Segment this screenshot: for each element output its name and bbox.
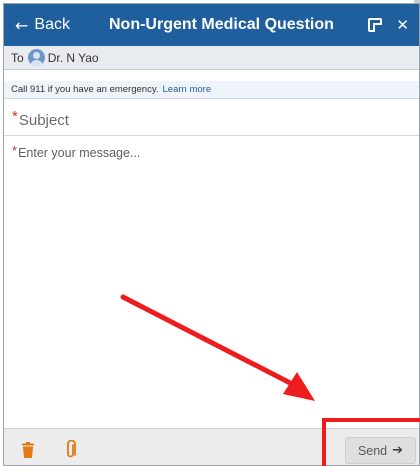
window-title: Non-Urgent Medical Question: [109, 16, 334, 33]
trash-icon[interactable]: [22, 442, 34, 458]
message-window: ← Back Non-Urgent Medical Question ✕ To …: [3, 3, 420, 466]
popout-icon[interactable]: [368, 18, 383, 32]
page: ← Back Non-Urgent Medical Question ✕ To …: [0, 0, 420, 466]
message-field[interactable]: * Enter your message...: [4, 143, 419, 163]
to-label: To: [11, 50, 24, 65]
arrow-left-icon: ←: [15, 15, 29, 35]
emergency-text: Call 911 if you have an emergency.: [11, 84, 159, 95]
back-label: Back: [34, 16, 70, 33]
message-placeholder: Enter your message...: [18, 146, 141, 160]
recipient-name: Dr. N Yao: [47, 50, 99, 65]
window-header: ← Back Non-Urgent Medical Question ✕: [4, 4, 419, 46]
annotation-highlight-box: [322, 418, 420, 466]
required-marker: *: [12, 108, 18, 125]
header-actions: ✕: [368, 16, 409, 34]
emergency-notice: Call 911 if you have an emergency. Learn…: [4, 81, 419, 99]
subject-field[interactable]: * Subject: [4, 106, 419, 136]
subject-placeholder: Subject: [18, 112, 69, 129]
recipient-bar: To Dr. N Yao: [4, 46, 419, 70]
paperclip-icon[interactable]: [65, 440, 77, 460]
back-button[interactable]: ← Back: [15, 16, 70, 35]
close-icon[interactable]: ✕: [396, 16, 409, 34]
avatar: [27, 49, 45, 66]
required-marker: *: [12, 142, 18, 158]
learn-more-link[interactable]: Learn more: [163, 84, 212, 95]
